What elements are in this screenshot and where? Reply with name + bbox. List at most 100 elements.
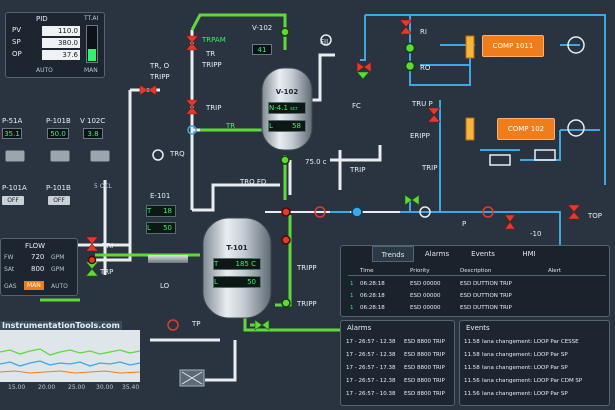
trip-table-header: Time Priority Description Alert [348, 266, 606, 276]
events-title: Events [466, 324, 490, 332]
pump-b-tag: P-101B [46, 117, 71, 125]
flow-mode-man[interactable]: MAN [24, 281, 44, 290]
pump-b-value: 50.0 [47, 128, 69, 139]
t101-l-value: 50 [247, 278, 256, 286]
t101-temp-display: T 185 C [213, 258, 261, 270]
list-item[interactable]: 11.56 Iana changement: LOOP Par SP [464, 388, 608, 400]
tro-fd-tag: TRO FD [240, 178, 267, 186]
list-item[interactable]: 11.58 Iana changement: LOOP Par SP [464, 349, 608, 361]
pid-panel: PID PV 110.0 SP 380.0 OP 37.6 AUTO TT.AI… [5, 12, 105, 78]
tripp3-tag: TRIPP [297, 264, 317, 272]
flow-title: FLOW [25, 242, 46, 250]
trip-tag: TRIP [206, 104, 222, 112]
pid-tag: TT.AI [84, 15, 99, 22]
pid-op-value[interactable]: 37.6 [42, 50, 80, 60]
pid-title: PID [36, 15, 48, 23]
trp-left-tag: TRP [100, 268, 114, 276]
v102-level-display: N-4.1 scr [268, 102, 306, 114]
pump-a-value: 35.1 [2, 128, 22, 139]
flow-fw-label: FW [4, 254, 14, 261]
watermark-text: InstrumentationTools.com [0, 321, 122, 330]
list-item[interactable]: 11.58 Iana changement: LOOP Par CESSE [464, 336, 608, 348]
e101-t-value: 18 [163, 207, 172, 215]
p-tag: P [462, 220, 467, 228]
pump-c-tag: V 102C [80, 117, 106, 125]
pump-b-off-button[interactable]: OFF [48, 196, 70, 205]
top-tag: TOP [588, 212, 603, 220]
tr-valve-tag: TR [226, 122, 236, 130]
flow-sat-unit: GPM [51, 266, 65, 273]
pump-a-tag: P-51A [2, 117, 23, 125]
v102-top-tag: V-102 [252, 24, 273, 32]
list-item[interactable]: 11.56 Iana changement: LOOP Par CDM SP [464, 375, 608, 387]
tab-hmi[interactable]: HMI [506, 246, 552, 262]
pump-b-name: P-101B [46, 184, 71, 192]
e101-t-display: T 18 [146, 205, 176, 217]
flow-sat-value: 800 [31, 265, 45, 273]
pid-sp-value[interactable]: 380.0 [42, 38, 80, 48]
flow-mode-auto[interactable]: AUTO [51, 283, 68, 290]
trend-x-tick: 15.00 [8, 384, 26, 391]
hmi-screen: PID PV 110.0 SP 380.0 OP 37.6 AUTO TT.AI… [0, 0, 615, 410]
v102-level-unit: scr [290, 106, 298, 112]
alarms-title: Alarms [347, 324, 372, 332]
pid-man-label[interactable]: MAN [84, 67, 98, 74]
tr-tag: TR [206, 50, 216, 58]
flow-panel: FLOW FW 720 GPM SAt 800 GPM GAS MAN AUTO [0, 238, 78, 296]
list-item[interactable]: 17 - 26:57 - 12.38 ESD 8800 TRIP [346, 375, 452, 387]
tab-trends[interactable]: Trends [372, 246, 414, 262]
t101-l-display: L 50 [213, 276, 261, 288]
trend-x-tick: 35.40 [122, 384, 140, 391]
t101-name: T-101 [226, 244, 248, 252]
pid-pv-value[interactable]: 110.0 [42, 26, 80, 36]
ocl-tag: 5 OCL [94, 183, 112, 190]
v102-top-value: 41 [252, 44, 272, 55]
col-priority: Priority [410, 268, 430, 274]
t101-temp-value: 185 C [235, 260, 256, 268]
t101-temp-label: T [214, 260, 219, 268]
pid-pv-label: PV [12, 26, 22, 34]
v102-name: V-102 [275, 88, 299, 96]
flow-mode-gas[interactable]: GAS [4, 283, 17, 290]
tripp4-tag: TRIPP [297, 300, 317, 308]
v102-level-label: N-4.1 [269, 104, 288, 112]
col-time: Time [360, 268, 374, 274]
compressor-1011[interactable]: COMP 1011 [482, 35, 544, 57]
v102-l-value: 58 [292, 122, 301, 130]
tab-alarms[interactable]: Alarms [414, 246, 460, 262]
flow-fw-unit: GPM [51, 254, 65, 261]
list-item[interactable]: 17 - 26:57 - 10.38 ESD 8800 TRIP [346, 388, 452, 400]
mini-trend-chart [0, 330, 141, 382]
tro-tag: TR, O [150, 62, 170, 70]
pid-mode-label[interactable]: AUTO [36, 67, 53, 74]
trend-x-tick: 30.00 [96, 384, 114, 391]
e101-l-display: L 50 [146, 222, 176, 234]
list-item[interactable]: 11.58 Iana changement: LOOP Par SP [464, 362, 608, 374]
table-row[interactable]: 1 06:28:18 ESD 00000 ESD DUTTION TRIP [348, 303, 606, 313]
pump-a-name: P-101A [2, 184, 27, 192]
e101-l-label: L [147, 224, 151, 232]
compressor-102[interactable]: COMP 102 [497, 118, 555, 140]
trpam-tag: TRPAM [202, 36, 226, 44]
t101-l-label: L [214, 278, 218, 286]
ri-tag: RI [420, 28, 427, 36]
v102-l-label: L [269, 122, 273, 130]
list-item[interactable]: 17 - 26:57 - 17.38 ESD 8800 TRIP [346, 362, 452, 374]
table-row[interactable]: 1 06:28:18 ESD 00000 ESD DUTTION TRIP [348, 291, 606, 301]
trend-x-tick: 25.00 [68, 384, 86, 391]
list-item[interactable]: 17 - 26:57 - 12.38 ESD 8800 TRIP [346, 336, 452, 348]
e101-t-label: T [147, 207, 152, 215]
flow-fw-value: 720 [31, 253, 45, 261]
tripp-tag: TRIPP [202, 61, 222, 69]
list-item[interactable]: 17 - 26:57 - 12.38 ESD 8800 TRIP [346, 349, 452, 361]
table-row[interactable]: 1 06:28:18 ESD 00000 ESD DUTTION TRIP [348, 279, 606, 289]
trq-tag: TRQ [170, 150, 185, 158]
trip2-tag: TRIP [422, 164, 438, 172]
flow-sat-label: SAt [4, 266, 15, 273]
col-description: Description [460, 268, 492, 274]
fii-tag: FII [320, 38, 329, 46]
pump-a-off-button[interactable]: OFF [2, 196, 24, 205]
v75-tag: 75.0 c [305, 158, 327, 166]
pump-c-value: 3.8 [83, 128, 103, 139]
tab-events[interactable]: Events [460, 246, 506, 262]
